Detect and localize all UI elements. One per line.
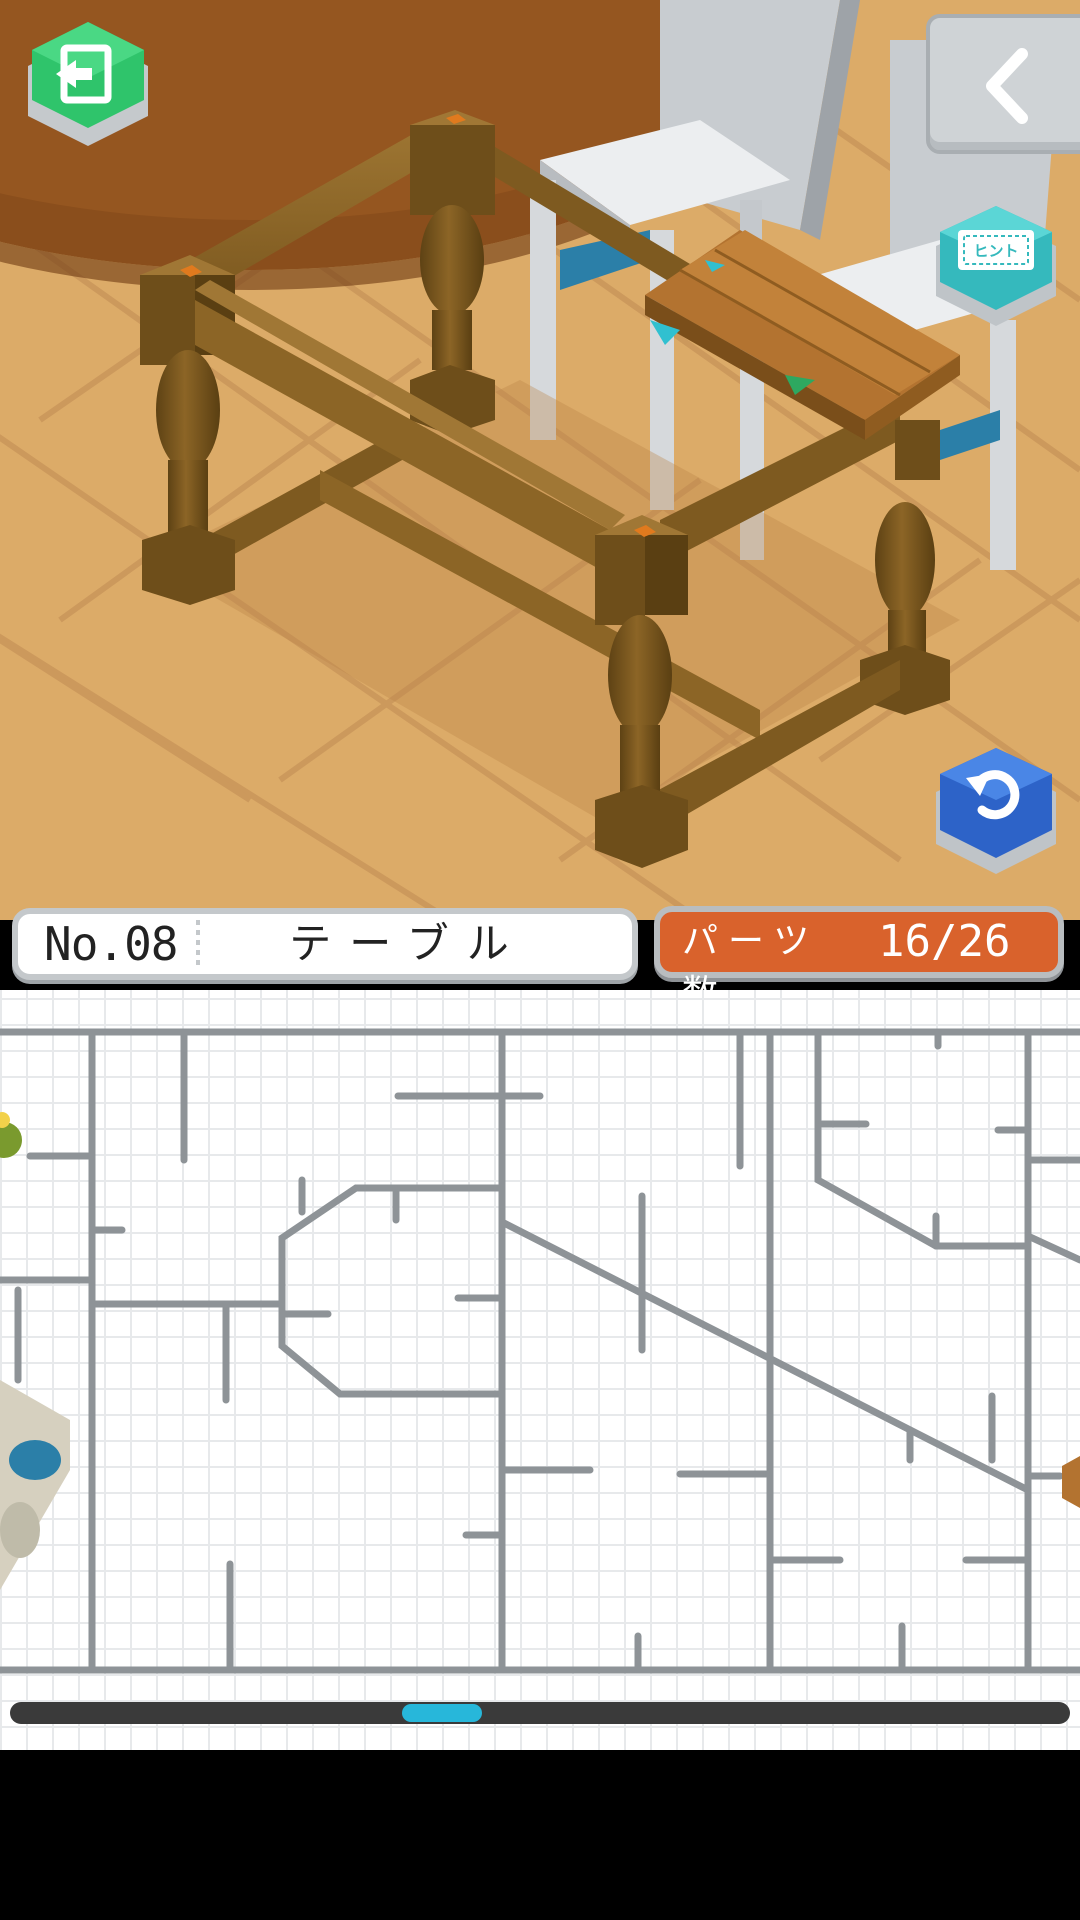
parts-counter-panel: パーツ数 16/26 — [654, 906, 1064, 1014]
level-divider — [196, 920, 200, 968]
wood-part-piece — [1062, 1456, 1080, 1508]
assembly-scene[interactable]: ヒント — [0, 0, 1080, 920]
part-sprue-frame[interactable] — [0, 1028, 1080, 1674]
hint-label: ヒント — [973, 242, 1018, 260]
chevron-left-icon — [986, 48, 1028, 124]
plant-pot — [0, 1112, 22, 1158]
back-button[interactable] — [926, 14, 1080, 154]
parts-tray[interactable] — [0, 990, 1080, 1750]
tray-scrollbar[interactable] — [10, 1702, 1070, 1724]
parts-count: 16/26 — [878, 916, 1011, 967]
level-name: テーブル — [289, 919, 527, 968]
level-panel: No.08 テーブル — [12, 908, 638, 980]
leaf-pattern-part — [0, 1380, 70, 1590]
table-leg — [410, 110, 495, 435]
bottom-bar — [0, 1750, 1080, 1920]
tray-scroll-thumb[interactable] — [402, 1704, 482, 1722]
level-number: No.08 — [44, 917, 178, 971]
parts-label: パーツ数 — [682, 921, 820, 1014]
